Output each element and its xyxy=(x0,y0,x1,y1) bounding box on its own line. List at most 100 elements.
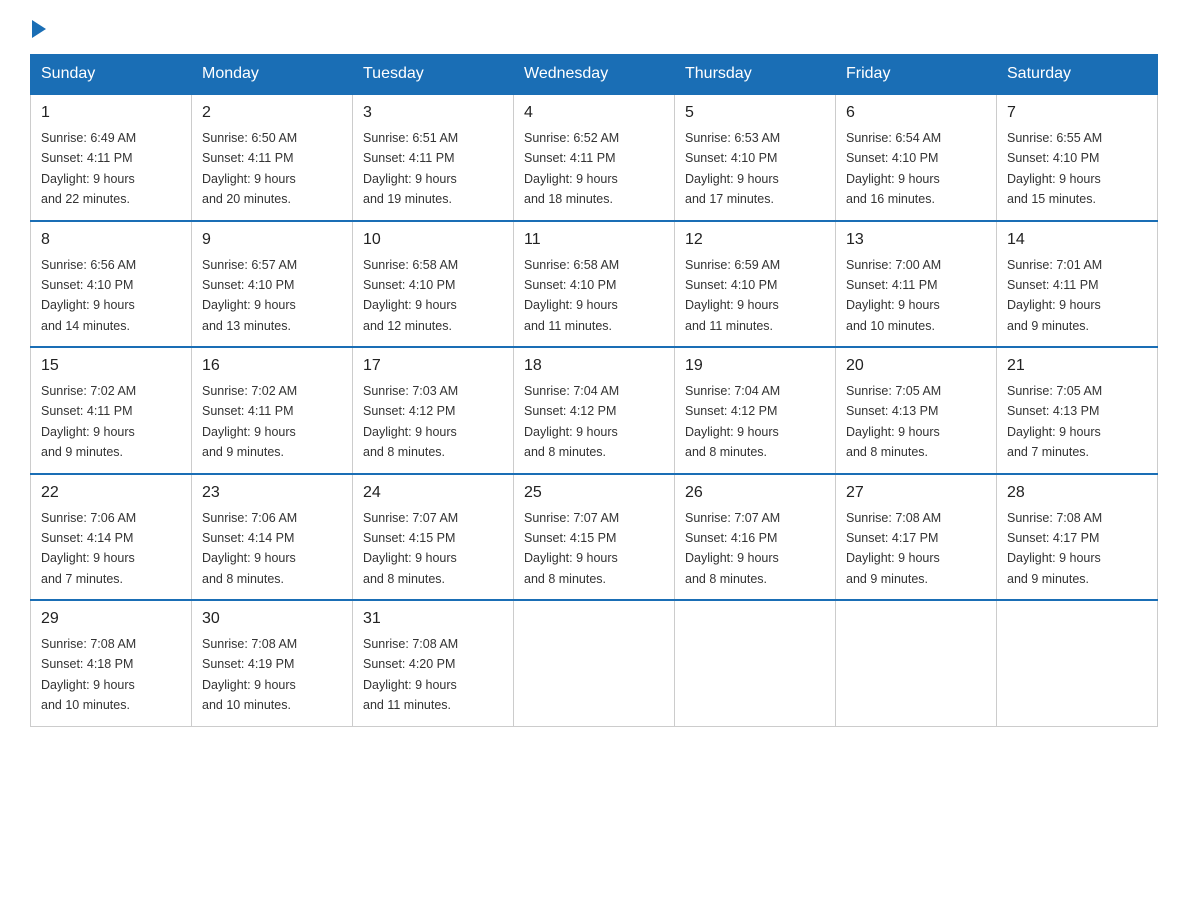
calendar-header-saturday: Saturday xyxy=(997,55,1158,95)
calendar-cell: 20 Sunrise: 7:05 AMSunset: 4:13 PMDaylig… xyxy=(836,347,997,474)
calendar-cell xyxy=(836,600,997,726)
logo-triangle-icon xyxy=(32,20,46,38)
day-info: Sunrise: 7:07 AMSunset: 4:16 PMDaylight:… xyxy=(685,511,780,586)
day-number: 6 xyxy=(846,101,986,125)
day-number: 20 xyxy=(846,354,986,378)
day-number: 21 xyxy=(1007,354,1147,378)
calendar-cell: 29 Sunrise: 7:08 AMSunset: 4:18 PMDaylig… xyxy=(31,600,192,726)
day-number: 15 xyxy=(41,354,181,378)
day-info: Sunrise: 6:52 AMSunset: 4:11 PMDaylight:… xyxy=(524,131,619,206)
day-info: Sunrise: 6:58 AMSunset: 4:10 PMDaylight:… xyxy=(363,258,458,333)
day-number: 3 xyxy=(363,101,503,125)
day-number: 18 xyxy=(524,354,664,378)
calendar-cell: 1 Sunrise: 6:49 AMSunset: 4:11 PMDayligh… xyxy=(31,94,192,221)
day-number: 25 xyxy=(524,481,664,505)
calendar-cell xyxy=(514,600,675,726)
day-info: Sunrise: 6:54 AMSunset: 4:10 PMDaylight:… xyxy=(846,131,941,206)
calendar-week-row: 8 Sunrise: 6:56 AMSunset: 4:10 PMDayligh… xyxy=(31,221,1158,348)
calendar-header-monday: Monday xyxy=(192,55,353,95)
calendar-cell: 27 Sunrise: 7:08 AMSunset: 4:17 PMDaylig… xyxy=(836,474,997,601)
calendar-cell: 11 Sunrise: 6:58 AMSunset: 4:10 PMDaylig… xyxy=(514,221,675,348)
calendar-cell: 12 Sunrise: 6:59 AMSunset: 4:10 PMDaylig… xyxy=(675,221,836,348)
day-info: Sunrise: 7:00 AMSunset: 4:11 PMDaylight:… xyxy=(846,258,941,333)
day-number: 5 xyxy=(685,101,825,125)
calendar-cell: 6 Sunrise: 6:54 AMSunset: 4:10 PMDayligh… xyxy=(836,94,997,221)
day-number: 17 xyxy=(363,354,503,378)
calendar-cell: 26 Sunrise: 7:07 AMSunset: 4:16 PMDaylig… xyxy=(675,474,836,601)
calendar-table: SundayMondayTuesdayWednesdayThursdayFrid… xyxy=(30,54,1158,727)
day-info: Sunrise: 7:08 AMSunset: 4:18 PMDaylight:… xyxy=(41,637,136,712)
calendar-header-wednesday: Wednesday xyxy=(514,55,675,95)
day-info: Sunrise: 6:55 AMSunset: 4:10 PMDaylight:… xyxy=(1007,131,1102,206)
day-info: Sunrise: 7:02 AMSunset: 4:11 PMDaylight:… xyxy=(41,384,136,459)
day-number: 2 xyxy=(202,101,342,125)
day-number: 8 xyxy=(41,228,181,252)
day-info: Sunrise: 6:49 AMSunset: 4:11 PMDaylight:… xyxy=(41,131,136,206)
calendar-cell: 18 Sunrise: 7:04 AMSunset: 4:12 PMDaylig… xyxy=(514,347,675,474)
day-number: 26 xyxy=(685,481,825,505)
day-info: Sunrise: 7:06 AMSunset: 4:14 PMDaylight:… xyxy=(202,511,297,586)
day-info: Sunrise: 7:07 AMSunset: 4:15 PMDaylight:… xyxy=(363,511,458,586)
day-number: 19 xyxy=(685,354,825,378)
logo xyxy=(30,20,48,38)
calendar-cell: 14 Sunrise: 7:01 AMSunset: 4:11 PMDaylig… xyxy=(997,221,1158,348)
day-number: 9 xyxy=(202,228,342,252)
calendar-cell: 30 Sunrise: 7:08 AMSunset: 4:19 PMDaylig… xyxy=(192,600,353,726)
day-number: 14 xyxy=(1007,228,1147,252)
calendar-cell: 25 Sunrise: 7:07 AMSunset: 4:15 PMDaylig… xyxy=(514,474,675,601)
day-info: Sunrise: 7:04 AMSunset: 4:12 PMDaylight:… xyxy=(524,384,619,459)
day-info: Sunrise: 7:08 AMSunset: 4:19 PMDaylight:… xyxy=(202,637,297,712)
calendar-cell: 23 Sunrise: 7:06 AMSunset: 4:14 PMDaylig… xyxy=(192,474,353,601)
day-number: 23 xyxy=(202,481,342,505)
day-info: Sunrise: 7:03 AMSunset: 4:12 PMDaylight:… xyxy=(363,384,458,459)
day-number: 22 xyxy=(41,481,181,505)
day-info: Sunrise: 7:08 AMSunset: 4:20 PMDaylight:… xyxy=(363,637,458,712)
day-number: 16 xyxy=(202,354,342,378)
day-info: Sunrise: 6:56 AMSunset: 4:10 PMDaylight:… xyxy=(41,258,136,333)
calendar-cell: 24 Sunrise: 7:07 AMSunset: 4:15 PMDaylig… xyxy=(353,474,514,601)
calendar-cell: 19 Sunrise: 7:04 AMSunset: 4:12 PMDaylig… xyxy=(675,347,836,474)
day-info: Sunrise: 7:07 AMSunset: 4:15 PMDaylight:… xyxy=(524,511,619,586)
calendar-week-row: 1 Sunrise: 6:49 AMSunset: 4:11 PMDayligh… xyxy=(31,94,1158,221)
calendar-cell: 22 Sunrise: 7:06 AMSunset: 4:14 PMDaylig… xyxy=(31,474,192,601)
page-header xyxy=(30,20,1158,38)
calendar-header-tuesday: Tuesday xyxy=(353,55,514,95)
day-number: 1 xyxy=(41,101,181,125)
day-number: 13 xyxy=(846,228,986,252)
calendar-header-thursday: Thursday xyxy=(675,55,836,95)
day-info: Sunrise: 6:58 AMSunset: 4:10 PMDaylight:… xyxy=(524,258,619,333)
day-number: 4 xyxy=(524,101,664,125)
day-info: Sunrise: 6:59 AMSunset: 4:10 PMDaylight:… xyxy=(685,258,780,333)
day-number: 28 xyxy=(1007,481,1147,505)
day-info: Sunrise: 6:51 AMSunset: 4:11 PMDaylight:… xyxy=(363,131,458,206)
day-info: Sunrise: 7:08 AMSunset: 4:17 PMDaylight:… xyxy=(846,511,941,586)
day-info: Sunrise: 6:57 AMSunset: 4:10 PMDaylight:… xyxy=(202,258,297,333)
day-info: Sunrise: 7:04 AMSunset: 4:12 PMDaylight:… xyxy=(685,384,780,459)
day-number: 31 xyxy=(363,607,503,631)
calendar-header-sunday: Sunday xyxy=(31,55,192,95)
day-number: 30 xyxy=(202,607,342,631)
day-number: 29 xyxy=(41,607,181,631)
calendar-week-row: 29 Sunrise: 7:08 AMSunset: 4:18 PMDaylig… xyxy=(31,600,1158,726)
day-info: Sunrise: 7:05 AMSunset: 4:13 PMDaylight:… xyxy=(846,384,941,459)
calendar-cell: 8 Sunrise: 6:56 AMSunset: 4:10 PMDayligh… xyxy=(31,221,192,348)
calendar-cell: 31 Sunrise: 7:08 AMSunset: 4:20 PMDaylig… xyxy=(353,600,514,726)
day-info: Sunrise: 6:50 AMSunset: 4:11 PMDaylight:… xyxy=(202,131,297,206)
calendar-cell: 5 Sunrise: 6:53 AMSunset: 4:10 PMDayligh… xyxy=(675,94,836,221)
calendar-cell: 16 Sunrise: 7:02 AMSunset: 4:11 PMDaylig… xyxy=(192,347,353,474)
calendar-cell: 13 Sunrise: 7:00 AMSunset: 4:11 PMDaylig… xyxy=(836,221,997,348)
day-info: Sunrise: 7:01 AMSunset: 4:11 PMDaylight:… xyxy=(1007,258,1102,333)
calendar-header-row: SundayMondayTuesdayWednesdayThursdayFrid… xyxy=(31,55,1158,95)
calendar-cell: 2 Sunrise: 6:50 AMSunset: 4:11 PMDayligh… xyxy=(192,94,353,221)
calendar-header-friday: Friday xyxy=(836,55,997,95)
day-number: 10 xyxy=(363,228,503,252)
day-info: Sunrise: 7:02 AMSunset: 4:11 PMDaylight:… xyxy=(202,384,297,459)
day-info: Sunrise: 7:08 AMSunset: 4:17 PMDaylight:… xyxy=(1007,511,1102,586)
day-info: Sunrise: 7:05 AMSunset: 4:13 PMDaylight:… xyxy=(1007,384,1102,459)
day-number: 7 xyxy=(1007,101,1147,125)
calendar-week-row: 15 Sunrise: 7:02 AMSunset: 4:11 PMDaylig… xyxy=(31,347,1158,474)
day-info: Sunrise: 7:06 AMSunset: 4:14 PMDaylight:… xyxy=(41,511,136,586)
day-info: Sunrise: 6:53 AMSunset: 4:10 PMDaylight:… xyxy=(685,131,780,206)
calendar-cell xyxy=(675,600,836,726)
calendar-cell: 15 Sunrise: 7:02 AMSunset: 4:11 PMDaylig… xyxy=(31,347,192,474)
